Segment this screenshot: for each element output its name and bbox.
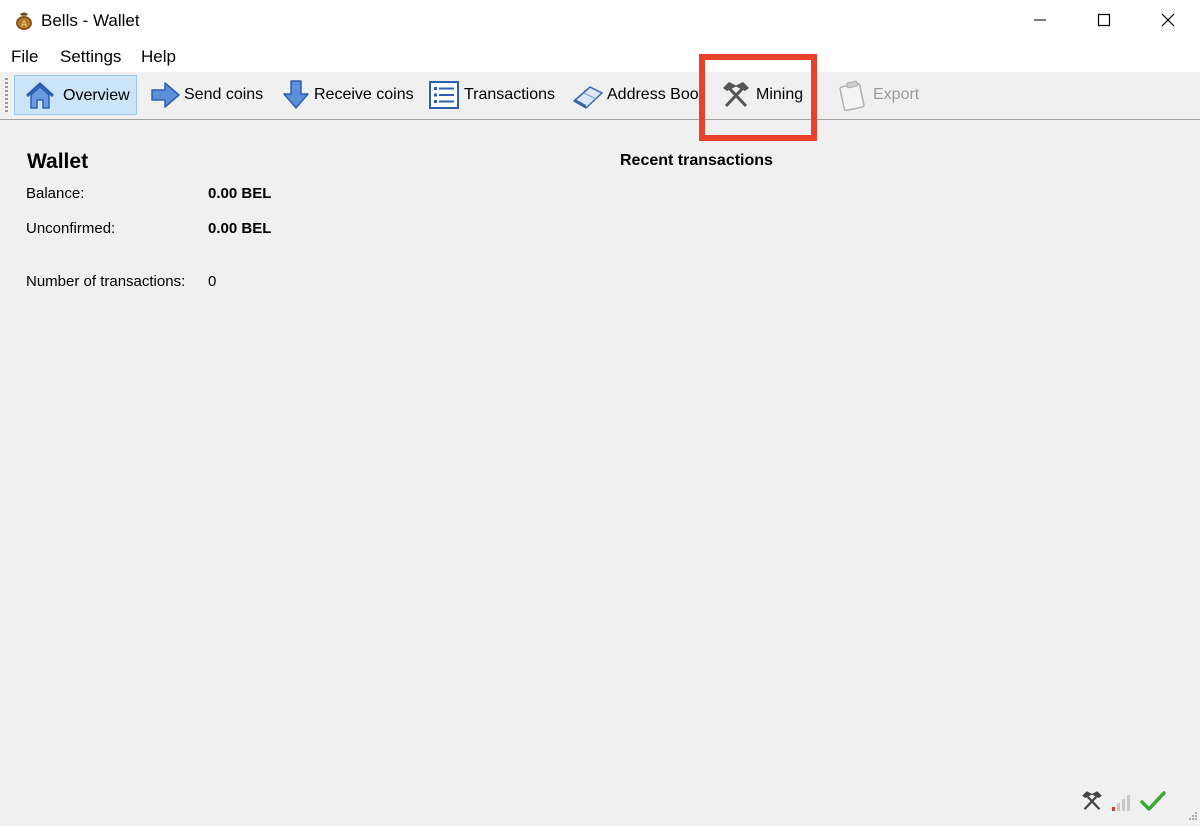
address-book-button[interactable]: Address Book	[564, 75, 700, 115]
svg-text:A: A	[21, 20, 28, 30]
minimize-icon	[1034, 19, 1046, 21]
unconfirmed-label: Unconfirmed:	[26, 220, 116, 237]
balance-label: Balance:	[26, 185, 85, 202]
list-icon	[428, 79, 460, 111]
menu-file[interactable]: File	[11, 47, 38, 67]
minimize-button[interactable]	[1008, 0, 1072, 41]
arrow-right-icon	[150, 79, 182, 111]
toolbar: Overview Send coins Receive coins Transa…	[0, 72, 1200, 120]
wallet-title: Wallet	[27, 150, 89, 173]
mining-status-icon	[1080, 789, 1104, 818]
send-coins-button[interactable]: Send coins	[142, 75, 266, 115]
transactions-label: Transactions	[464, 86, 555, 103]
address-book-icon	[572, 79, 604, 111]
balance-value: 0.00 BEL	[208, 185, 272, 202]
window-title: Bells - Wallet	[41, 11, 140, 30]
tx-count-label: Number of transactions:	[26, 273, 186, 290]
toolbar-grip[interactable]	[5, 78, 8, 114]
close-button[interactable]	[1136, 0, 1200, 41]
tx-count-value: 0	[208, 273, 217, 290]
synced-check-icon	[1140, 789, 1166, 818]
receive-coins-button[interactable]: Receive coins	[272, 75, 420, 115]
home-icon	[24, 80, 56, 112]
clipboard-icon	[836, 79, 868, 112]
transactions-button[interactable]: Transactions	[420, 75, 560, 115]
menu-settings[interactable]: Settings	[60, 47, 121, 67]
resize-grip[interactable]	[1188, 808, 1198, 820]
maximize-button[interactable]	[1072, 0, 1136, 41]
arrow-down-icon	[280, 79, 312, 111]
send-coins-label: Send coins	[184, 86, 264, 103]
title-bar: A Bells - Wallet	[0, 0, 1200, 41]
maximize-icon	[1097, 13, 1111, 27]
hammers-icon	[720, 79, 752, 111]
close-icon	[1161, 13, 1175, 27]
connection-signal-icon	[1110, 789, 1134, 818]
export-label: Export	[873, 86, 920, 103]
mining-button[interactable]: Mining	[712, 75, 812, 115]
overview-label: Overview	[63, 87, 130, 104]
unconfirmed-value: 0.00 BEL	[208, 220, 272, 237]
bells-app-icon: A	[13, 9, 35, 31]
receive-coins-label: Receive coins	[314, 86, 414, 103]
recent-transactions-title: Recent transactions	[620, 152, 773, 169]
overview-button[interactable]: Overview	[14, 75, 137, 115]
menu-help[interactable]: Help	[141, 47, 176, 67]
mining-label: Mining	[756, 86, 804, 103]
menu-bar: File Settings Help	[0, 41, 1200, 72]
address-book-label: Address Book	[607, 86, 700, 103]
export-button[interactable]: Export	[828, 75, 928, 115]
